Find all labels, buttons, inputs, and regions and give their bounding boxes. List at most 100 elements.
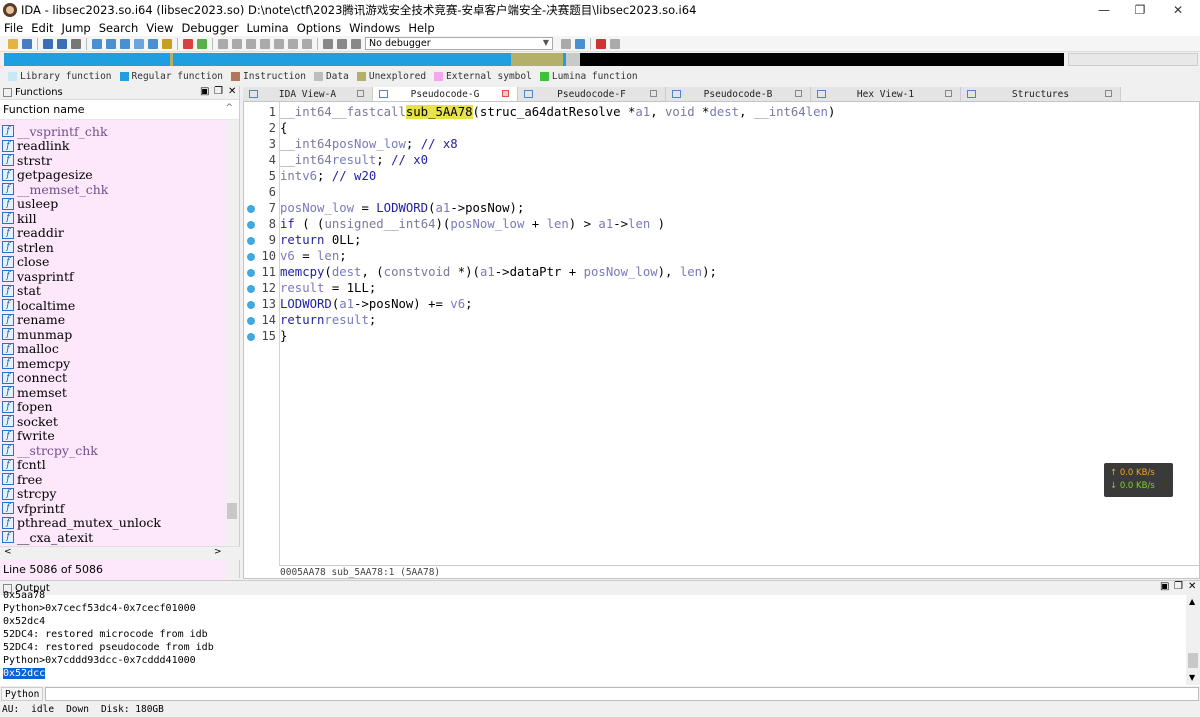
nav-scroll-indicator[interactable]	[1068, 53, 1198, 66]
function-list-item[interactable]: f free	[0, 472, 225, 487]
output-vertical-scrollbar[interactable]: ▲ ▼	[1186, 595, 1200, 685]
code-line[interactable]: __int64 result; // x0	[280, 152, 428, 168]
tab-hex-view-1[interactable]: Hex View-1	[811, 87, 961, 101]
breakpoint-dot-icon[interactable]	[247, 301, 255, 309]
function-list-item[interactable]: f localtime	[0, 298, 225, 313]
undefine-icon[interactable]	[288, 38, 298, 49]
restore-icon[interactable]: ❐	[214, 86, 223, 97]
function-list-item[interactable]: f vfprintf	[0, 501, 225, 516]
function-list-item[interactable]: f readdir	[0, 225, 225, 240]
function-list-item[interactable]: f fcntl	[0, 457, 225, 472]
function-list-item[interactable]: f kill	[0, 211, 225, 226]
stop-icon[interactable]	[351, 38, 361, 49]
function-list-item[interactable]: f memset	[0, 385, 225, 400]
function-list-item[interactable]: f fopen	[0, 399, 225, 414]
python-language-button[interactable]: Python	[1, 687, 44, 701]
tab-pseudocode-g[interactable]: Pseudocode-G	[373, 87, 518, 101]
tab-ida-view-a[interactable]: IDA View-A	[243, 87, 373, 101]
close-icon[interactable]: ✕	[1188, 581, 1196, 592]
tab-close-icon[interactable]	[945, 90, 952, 97]
function-list-item[interactable]: f __strcpy_chk	[0, 443, 225, 458]
functions-column-header[interactable]: Function name ^	[0, 100, 239, 120]
breakpoint-dot-icon[interactable]	[247, 285, 255, 293]
rename-icon[interactable]	[246, 38, 256, 49]
scroll-right-icon[interactable]: >	[214, 547, 222, 557]
tab-pseudocode-b[interactable]: Pseudocode-B	[666, 87, 811, 101]
navigation-bar[interactable]	[4, 53, 1064, 66]
tab-close-icon[interactable]	[502, 90, 509, 97]
menu-help[interactable]: Help	[404, 21, 438, 35]
breakpoint-dot-icon[interactable]	[247, 333, 255, 341]
function-list-item[interactable]: f socket	[0, 414, 225, 429]
find-binary-icon[interactable]	[106, 38, 116, 49]
float-icon[interactable]: ▣	[200, 86, 209, 97]
output-text[interactable]: 0x5aa78 Python>0x7cecf53dc4-0x7cecf01000 0…	[0, 589, 1186, 679]
tab-close-icon[interactable]	[650, 90, 657, 97]
pseudocode-view[interactable]: 1 2 3 4 5 6 7 8 9 10 11 12 13 14 15 __int64 __fastcall…	[243, 101, 1200, 579]
tab-structures[interactable]: Structures	[961, 87, 1121, 101]
graph-icon[interactable]	[183, 38, 193, 49]
breakpoint-icon[interactable]	[596, 38, 606, 49]
function-list-item[interactable]: f rename	[0, 312, 225, 327]
debug-options-icon[interactable]	[561, 38, 571, 49]
python-command-input[interactable]	[45, 687, 1200, 701]
breakpoint-dot-icon[interactable]	[247, 221, 255, 229]
code-line[interactable]: return result;	[280, 312, 376, 328]
save-icon[interactable]	[22, 38, 32, 49]
scroll-thumb[interactable]	[1188, 653, 1198, 668]
function-list-item[interactable]: f vasprintf	[0, 269, 225, 284]
chevron-up-icon[interactable]: ^	[225, 103, 233, 113]
tab-close-icon[interactable]	[357, 90, 364, 97]
function-list-item[interactable]: f strlen	[0, 240, 225, 255]
code-line[interactable]: if ( (unsigned __int64)(posNow_low + len…	[280, 216, 665, 232]
function-list-item[interactable]: f stat	[0, 283, 225, 298]
breakpoint-dot-icon[interactable]	[247, 237, 255, 245]
breakpoint-dot-icon[interactable]	[247, 317, 255, 325]
edit-icon[interactable]	[274, 38, 284, 49]
code-line[interactable]: return 0LL;	[280, 232, 361, 248]
code-icon[interactable]	[162, 38, 172, 49]
run-icon[interactable]	[323, 38, 333, 49]
code-line[interactable]: v6 = len;	[280, 248, 347, 264]
open-icon[interactable]	[8, 38, 18, 49]
scroll-left-icon[interactable]: <	[4, 547, 12, 557]
function-list-item[interactable]: f strstr	[0, 153, 225, 168]
function-list-item[interactable]: f __vsprintf_chk	[0, 124, 225, 139]
scroll-thumb[interactable]	[227, 503, 237, 519]
menu-jump[interactable]: Jump	[58, 21, 95, 35]
code-line[interactable]: {	[280, 120, 287, 136]
tab-close-icon[interactable]	[795, 90, 802, 97]
function-list-item[interactable]: f munmap	[0, 327, 225, 342]
back-icon[interactable]	[43, 38, 53, 49]
scroll-down-icon[interactable]: ▼	[1189, 673, 1195, 682]
functions-horizontal-scrollbar[interactable]: < >	[0, 546, 240, 560]
debugger-select[interactable]: No debugger ▼	[365, 37, 553, 50]
code-line[interactable]: }	[280, 328, 287, 344]
breakpoint-dot-icon[interactable]	[247, 205, 255, 213]
menu-edit[interactable]: Edit	[27, 21, 57, 35]
find-immediate-icon[interactable]	[134, 38, 144, 49]
code-line[interactable]: __int64 posNow_low; // x8	[280, 136, 458, 152]
jump-icon[interactable]	[148, 38, 158, 49]
comment-icon[interactable]	[260, 38, 270, 49]
code-line[interactable]: posNow_low = LODWORD(a1 ->posNow);	[280, 200, 524, 216]
function-list-item[interactable]: f connect	[0, 370, 225, 385]
function-list-item[interactable]: f __cxa_atexit	[0, 530, 225, 545]
function-list-item[interactable]: f readlink	[0, 138, 225, 153]
function-list-item[interactable]: f usleep	[0, 196, 225, 211]
function-list-item[interactable]: f fwrite	[0, 428, 225, 443]
close-button[interactable]: ✕	[1156, 0, 1200, 20]
menu-debugger[interactable]: Debugger	[178, 21, 243, 35]
code-line[interactable]: LODWORD(a1 ->posNow) += v6;	[280, 296, 473, 312]
code-line[interactable]: __int64 __fastcall sub_5AA78 (struc_a64da…	[280, 104, 835, 120]
menu-windows[interactable]: Windows	[345, 21, 404, 35]
code-line[interactable]: memcpy(dest, (const void *)(a1 ->dataPtr …	[280, 264, 717, 280]
function-list-item[interactable]: f memcpy	[0, 356, 225, 371]
enum-icon[interactable]	[232, 38, 242, 49]
find-next-icon[interactable]	[120, 38, 130, 49]
function-list-item[interactable]: f pthread_mutex_unlock	[0, 515, 225, 530]
menu-lumina[interactable]: Lumina	[242, 21, 292, 35]
menu-file[interactable]: File	[0, 21, 27, 35]
delete-icon[interactable]	[302, 38, 312, 49]
forward-icon[interactable]	[57, 38, 67, 49]
